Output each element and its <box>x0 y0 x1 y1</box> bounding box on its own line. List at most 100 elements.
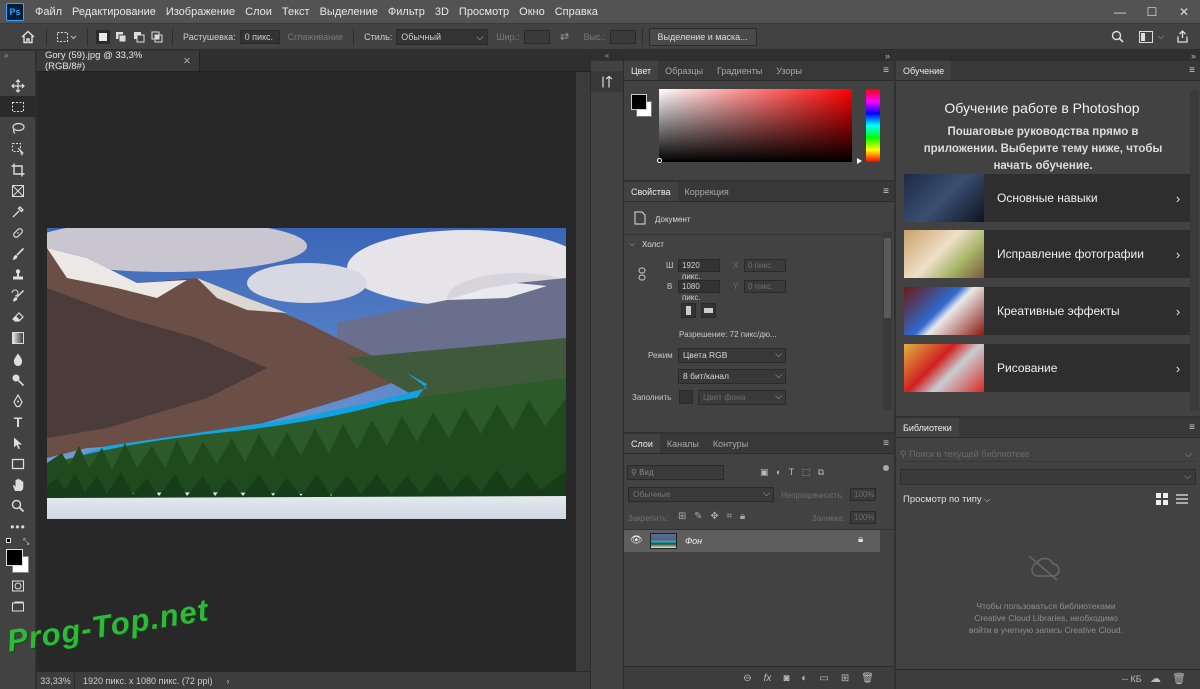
feather-input[interactable]: 0 пикс. <box>239 29 280 44</box>
type-tool-icon[interactable]: T <box>0 411 36 432</box>
layer-filter-icons[interactable]: ▣ ◐ T ⬚ ⧉ <box>760 467 824 478</box>
healing-brush-tool-icon[interactable] <box>0 222 36 243</box>
more-tools-icon[interactable]: ••• <box>0 516 36 537</box>
learn-card-creative[interactable]: Креативные эффекты › <box>904 287 1192 335</box>
clone-stamp-tool-icon[interactable] <box>0 264 36 285</box>
adjustment-layer-icon[interactable]: ◐ <box>801 673 807 684</box>
hue-slider-marker[interactable] <box>857 158 862 164</box>
tab-swatches[interactable]: Образцы <box>658 61 710 80</box>
trash-icon[interactable]: 🗑︎ <box>861 673 874 684</box>
chevron-down-icon[interactable]: ⌵ <box>629 239 635 249</box>
panel-menu-icon[interactable]: ≡ <box>1189 65 1195 76</box>
menu-image[interactable]: Изображение <box>161 0 240 24</box>
menu-view[interactable]: Просмотр <box>454 0 514 24</box>
chevron-down-icon[interactable]: ⌵ <box>1185 446 1192 462</box>
portrait-orientation-icon[interactable] <box>681 303 696 318</box>
swap-icon[interactable]: ⇄ <box>558 30 572 44</box>
collapse-icon[interactable]: « <box>591 51 623 61</box>
share-icon[interactable] <box>1172 30 1192 44</box>
antialias-checkbox[interactable]: Сглаживание <box>288 32 344 42</box>
link-icon[interactable] <box>638 267 646 281</box>
color-field[interactable] <box>659 89 852 162</box>
screen-mode-icon[interactable] <box>0 596 36 617</box>
layer-name[interactable]: Фон <box>685 536 702 546</box>
grid-view-icon[interactable] <box>1156 493 1168 505</box>
document-tab[interactable]: Gory (59).jpg @ 33,3% (RGB/8#) ✕ <box>37 50 200 72</box>
canvas-height-input[interactable]: 1080 пикс. <box>678 280 720 302</box>
list-view-icon[interactable] <box>1176 493 1188 505</box>
learn-card-painting[interactable]: Рисование › <box>904 344 1192 392</box>
canvas-section-title[interactable]: Холст <box>642 240 664 249</box>
blend-mode-select[interactable]: Обычные <box>628 487 774 502</box>
vertical-scrollbar[interactable] <box>576 72 590 675</box>
menu-window[interactable]: Окно <box>514 0 550 24</box>
close-icon[interactable]: ✕ <box>183 56 191 67</box>
minimize-button[interactable]: — <box>1104 0 1136 24</box>
maximize-button[interactable]: ☐ <box>1136 0 1168 24</box>
y-input[interactable]: 0 пикс. <box>744 280 786 293</box>
default-colors-icon[interactable] <box>6 538 11 543</box>
link-layers-icon[interactable]: ⊖ <box>743 673 751 684</box>
panel-menu-icon[interactable]: ≡ <box>1189 422 1195 433</box>
fill-input[interactable]: 100% <box>850 511 876 524</box>
select-and-mask-button[interactable]: Выделение и маска... <box>648 27 757 46</box>
tab-patterns[interactable]: Узоры <box>769 61 809 80</box>
pen-tool-icon[interactable] <box>0 390 36 411</box>
panel-menu-icon[interactable]: ≡ <box>883 65 889 76</box>
tab-paths[interactable]: Контуры <box>706 434 755 453</box>
marquee-tool-icon[interactable] <box>0 96 36 117</box>
blur-tool-icon[interactable] <box>0 348 36 369</box>
path-select-tool-icon[interactable] <box>0 432 36 453</box>
intersect-selection-icon[interactable] <box>150 30 164 44</box>
search-icon[interactable] <box>1108 30 1128 44</box>
subtract-selection-icon[interactable] <box>132 30 146 44</box>
collapse-icon[interactable]: » <box>896 51 1200 61</box>
tab-libraries[interactable]: Библиотеки <box>896 418 959 437</box>
tab-learn[interactable]: Обучение <box>896 61 952 80</box>
fill-select[interactable]: Цвет фона <box>698 390 786 405</box>
color-mode-select[interactable]: Цвета RGB <box>678 348 786 363</box>
frame-tool-icon[interactable] <box>0 180 36 201</box>
new-layer-icon[interactable]: ⊞ <box>841 673 849 684</box>
menu-select[interactable]: Выделение <box>315 0 383 24</box>
opacity-input[interactable]: 100% <box>850 488 876 501</box>
hand-tool-icon[interactable] <box>0 474 36 495</box>
panel-menu-icon[interactable]: ≡ <box>883 186 889 197</box>
tab-gradients[interactable]: Градиенты <box>710 61 769 80</box>
landscape-orientation-icon[interactable] <box>701 303 716 318</box>
menu-layers[interactable]: Слои <box>240 0 277 24</box>
history-brush-tool-icon[interactable] <box>0 285 36 306</box>
object-select-tool-icon[interactable] <box>0 138 36 159</box>
view-by-type-dropdown[interactable]: Просмотр по типу ⌵ <box>903 494 990 505</box>
quick-mask-icon[interactable] <box>0 575 36 596</box>
collapse-icon[interactable]: » <box>0 51 35 61</box>
library-search-input[interactable]: ⚲ Поиск в текущей библиотеке ⌵ <box>900 446 1196 462</box>
add-selection-icon[interactable] <box>114 30 128 44</box>
workspace-icon[interactable] <box>1136 30 1156 44</box>
app-logo[interactable]: Ps <box>6 2 24 21</box>
status-menu-arrow[interactable]: › <box>226 676 229 686</box>
properties-scrollbar[interactable] <box>883 232 892 410</box>
swap-colors-icon[interactable]: ⤡ <box>23 537 29 547</box>
home-icon[interactable] <box>18 30 38 44</box>
eye-icon[interactable]: 👁︎ <box>630 535 643 546</box>
brush-tool-icon[interactable] <box>0 243 36 264</box>
fx-icon[interactable]: fx <box>764 673 772 684</box>
zoom-level[interactable]: 33,33% <box>37 672 75 689</box>
new-selection-icon[interactable] <box>96 29 110 44</box>
document-canvas[interactable] <box>47 228 566 519</box>
move-tool-icon[interactable] <box>0 75 36 96</box>
collapse-icon[interactable]: » <box>624 51 894 61</box>
panel-menu-icon[interactable]: ≡ <box>883 438 889 449</box>
history-panel-icon[interactable] <box>591 71 623 92</box>
add-mask-icon[interactable]: ◙ <box>783 673 789 684</box>
lock-icons[interactable]: ⊞ ✎ ✥ ⌗ 🔒︎ <box>678 511 745 522</box>
rectangle-tool-icon[interactable] <box>0 453 36 474</box>
library-select[interactable]: ⌵ <box>900 469 1196 485</box>
tab-color[interactable]: Цвет <box>624 61 659 80</box>
layer-filter-input[interactable]: ⚲ Вид <box>627 465 724 480</box>
learn-scrollbar[interactable] <box>1190 91 1199 411</box>
bit-depth-select[interactable]: 8 бит/канал <box>678 369 786 384</box>
crop-tool-icon[interactable] <box>0 159 36 180</box>
height-input[interactable] <box>609 29 636 44</box>
